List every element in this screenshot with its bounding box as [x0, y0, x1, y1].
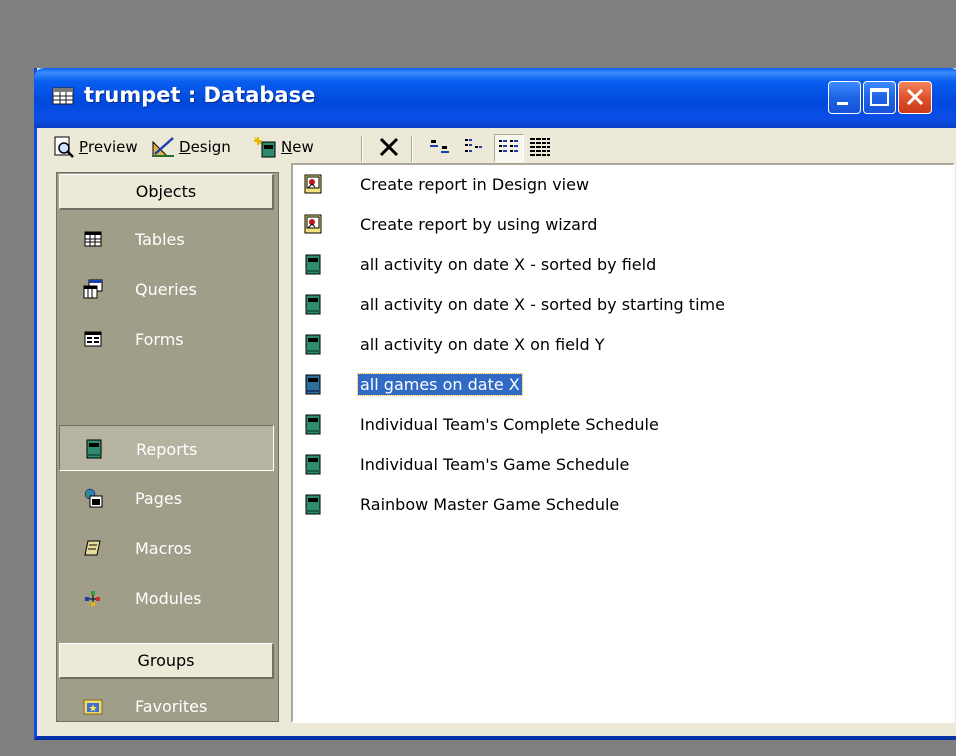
- list-item[interactable]: Create report by using wizard: [303, 210, 903, 240]
- report-icon: [305, 294, 321, 315]
- database-icon: [52, 87, 74, 105]
- design-label: esign: [190, 138, 231, 156]
- table-icon: [84, 231, 102, 247]
- objects-item-label: Macros: [135, 539, 192, 558]
- list-item-label: all activity on date X - sorted by field: [360, 255, 657, 274]
- list-item-label: Individual Team's Game Schedule: [360, 455, 630, 474]
- objects-item-label: Tables: [135, 230, 185, 249]
- reports-list[interactable]: Create report in Design view Create repo…: [291, 163, 955, 723]
- list-item-label: Create report by using wizard: [360, 215, 598, 234]
- list-view-icon: [499, 140, 518, 152]
- list-item[interactable]: all activity on date X - sorted by field: [303, 250, 903, 280]
- design-icon: [152, 137, 174, 157]
- new-button[interactable]: New: [253, 132, 314, 162]
- favorites-folder-icon: [83, 699, 103, 715]
- list-item[interactable]: all activity on date X - sorted by start…: [303, 290, 903, 320]
- window-title: trumpet : Database: [84, 83, 316, 107]
- title-bar[interactable]: trumpet : Database: [34, 68, 956, 128]
- shortcut-icon: [304, 174, 322, 194]
- report-icon: [86, 439, 102, 459]
- report-icon: [305, 334, 321, 355]
- preview-accel: P: [79, 138, 89, 156]
- database-window: trumpet : Database Preview D esign N ew …: [34, 68, 956, 740]
- toolbar-separator: [411, 136, 413, 162]
- toolbar-separator: [361, 136, 363, 162]
- design-accel: D: [179, 138, 191, 156]
- preview-label: review: [88, 138, 138, 156]
- report-icon: [305, 374, 321, 395]
- list-item-label: all activity on date X - sorted by start…: [360, 295, 725, 314]
- shortcut-icon: [304, 214, 322, 234]
- maximize-button[interactable]: [863, 81, 896, 114]
- close-icon: [906, 88, 924, 106]
- list-item[interactable]: all activity on date X on field Y: [303, 330, 903, 360]
- list-item-label: all activity on date X on field Y: [360, 335, 605, 354]
- list-item[interactable]: Individual Team's Game Schedule: [303, 450, 903, 480]
- preview-button[interactable]: Preview: [53, 132, 138, 162]
- details-view-button[interactable]: [526, 134, 556, 162]
- objects-item-label: Pages: [135, 489, 183, 508]
- module-icon: [85, 591, 100, 606]
- large-icons-view-icon: [430, 140, 449, 153]
- new-label: ew: [292, 138, 314, 156]
- objects-item-label: Forms: [135, 330, 184, 349]
- maximize-icon: [870, 88, 889, 106]
- list-item-label: all games on date X: [357, 373, 523, 396]
- objects-item-modules[interactable]: Modules: [59, 575, 274, 621]
- macro-icon: [84, 540, 101, 556]
- list-item[interactable]: Individual Team's Complete Schedule: [303, 410, 903, 440]
- small-icons-view-icon: [465, 139, 482, 152]
- objects-bar: Objects Tables Queries Forms Reports Pag…: [56, 172, 279, 722]
- groups-item-label: Favorites: [135, 697, 208, 716]
- delete-icon: [379, 137, 399, 157]
- minimize-icon: [837, 102, 848, 105]
- groups-item-favorites[interactable]: Favorites: [59, 683, 274, 721]
- objects-item-label: Queries: [135, 280, 197, 299]
- details-view-icon: [530, 138, 550, 156]
- objects-item-forms[interactable]: Forms: [59, 316, 274, 362]
- preview-icon: [54, 136, 74, 158]
- objects-item-macros[interactable]: Macros: [59, 525, 274, 571]
- list-item-label: Create report in Design view: [360, 175, 590, 194]
- objects-item-reports[interactable]: Reports: [59, 425, 274, 471]
- form-icon: [84, 331, 102, 347]
- list-view-button[interactable]: [494, 134, 524, 162]
- list-item[interactable]: Create report in Design view: [303, 170, 903, 200]
- objects-item-pages[interactable]: Pages: [59, 475, 274, 521]
- groups-header-button[interactable]: Groups: [59, 643, 274, 679]
- list-item-selected[interactable]: all games on date X: [303, 370, 903, 400]
- minimize-button[interactable]: [828, 81, 861, 114]
- delete-button[interactable]: [377, 132, 405, 162]
- list-item-label: Rainbow Master Game Schedule: [360, 495, 620, 514]
- objects-item-label: Reports: [136, 440, 198, 459]
- report-icon: [305, 414, 321, 435]
- objects-item-tables[interactable]: Tables: [59, 216, 274, 262]
- small-icons-view-button[interactable]: [460, 134, 490, 162]
- report-icon: [305, 254, 321, 275]
- new-icon: [254, 137, 276, 158]
- objects-item-queries[interactable]: Queries: [59, 266, 274, 312]
- report-icon: [305, 494, 321, 515]
- list-item-label: Individual Team's Complete Schedule: [360, 415, 659, 434]
- report-icon: [305, 454, 321, 475]
- objects-item-label: Modules: [135, 589, 202, 608]
- close-button[interactable]: [898, 81, 932, 114]
- large-icons-view-button[interactable]: [426, 134, 456, 162]
- database-toolbar: Preview Design New: [37, 128, 956, 168]
- objects-header-button[interactable]: Objects: [59, 174, 274, 210]
- page-icon: [84, 488, 103, 508]
- list-item[interactable]: Rainbow Master Game Schedule: [303, 490, 903, 520]
- query-icon: [83, 279, 103, 299]
- design-button[interactable]: Design: [151, 132, 231, 162]
- new-accel: N: [281, 138, 293, 156]
